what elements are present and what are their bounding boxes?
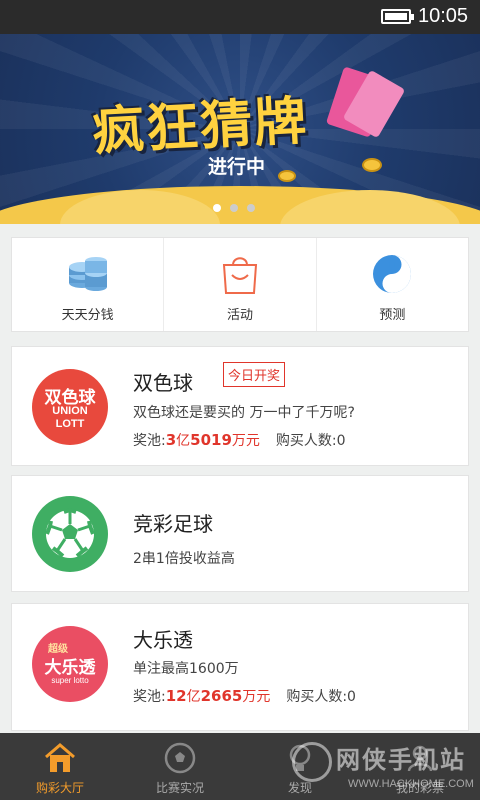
home-icon — [45, 743, 75, 772]
coin-icon — [278, 170, 296, 182]
status-time: 10:05 — [418, 5, 469, 27]
lottery-name: 竞彩足球 — [133, 512, 213, 536]
quick-item-label: 预测 — [379, 308, 406, 323]
jackpot-info: 奖池:3亿5019万元 购买人数:0 — [133, 431, 346, 449]
quick-menu: 天天分钱 活动 预测 — [11, 237, 469, 332]
jackpot-info: 奖池:12亿2665万元 购买人数:0 — [133, 687, 356, 705]
banner-subtitle: 进行中 — [208, 156, 266, 178]
carousel-dot[interactable] — [247, 204, 255, 212]
logo-text: LOTT — [55, 418, 85, 430]
bulb-icon — [289, 744, 311, 771]
lottery-card-football[interactable]: 竞彩足球 2串1倍投收益高 — [11, 475, 469, 592]
status-bar: 10:05 — [0, 0, 480, 34]
quick-item-forecast[interactable]: 预测 — [317, 238, 468, 331]
soccer-ball-icon — [45, 507, 95, 558]
quick-item-label: 天天分钱 — [61, 308, 114, 323]
lottery-name: 大乐透 — [133, 628, 193, 652]
coin-stack-icon — [68, 257, 107, 291]
banner-title: 疯狂猜牌 — [90, 91, 310, 163]
lottery-desc: 单注最高1600万 — [133, 661, 239, 677]
soccer-ball-icon — [164, 742, 196, 774]
gift-bag-icon — [222, 257, 258, 294]
carousel-indicator — [213, 197, 264, 216]
lottery-name: 双色球 — [133, 371, 193, 395]
user-icon — [407, 745, 433, 772]
bottom-navigation: 购彩大厅 比赛实况 发现 我的彩票 — [0, 733, 480, 800]
nav-discover[interactable]: 发现 — [240, 733, 360, 800]
logo-text: UNION — [52, 405, 88, 417]
promo-banner[interactable]: 疯狂猜牌 进行中 — [0, 34, 480, 224]
battery-icon — [381, 9, 414, 24]
dlt-logo: 超级 大乐透 super lotto — [32, 626, 108, 702]
carousel-dot[interactable] — [213, 204, 221, 212]
ssq-logo: 双色球 UNION LOTT — [32, 369, 108, 445]
nav-label: 发现 — [287, 781, 312, 795]
quick-item-label: 活动 — [226, 308, 253, 323]
quick-item-daily-share[interactable]: 天天分钱 — [12, 238, 165, 331]
nav-live[interactable]: 比赛实况 — [120, 733, 240, 800]
nav-lobby[interactable]: 购彩大厅 — [0, 733, 120, 800]
coin-icon — [362, 158, 382, 172]
yin-yang-icon — [373, 255, 412, 293]
nav-label: 购彩大厅 — [35, 781, 84, 795]
nav-label: 我的彩票 — [395, 781, 444, 795]
lottery-desc: 双色球还是要买的 万一中了千万呢? — [133, 405, 355, 421]
football-logo — [32, 496, 108, 572]
logo-text: super lotto — [51, 676, 89, 685]
quick-item-activity[interactable]: 活动 — [164, 238, 317, 331]
carousel-dot[interactable] — [230, 204, 238, 212]
nav-my-lottery[interactable]: 我的彩票 — [360, 733, 480, 800]
lottery-desc: 2串1倍投收益高 — [133, 551, 235, 567]
lottery-card-dlt[interactable]: 超级 大乐透 super lotto 大乐透 单注最高1600万 奖池:12亿2… — [11, 603, 469, 731]
draw-today-badge: 今日开奖 — [223, 362, 286, 387]
lottery-card-ssq[interactable]: 双色球 UNION LOTT 双色球 今日开奖 双色球还是要买的 万一中了千万呢… — [11, 346, 469, 466]
logo-text: 大乐透 — [44, 658, 96, 678]
nav-label: 比赛实况 — [155, 781, 204, 795]
